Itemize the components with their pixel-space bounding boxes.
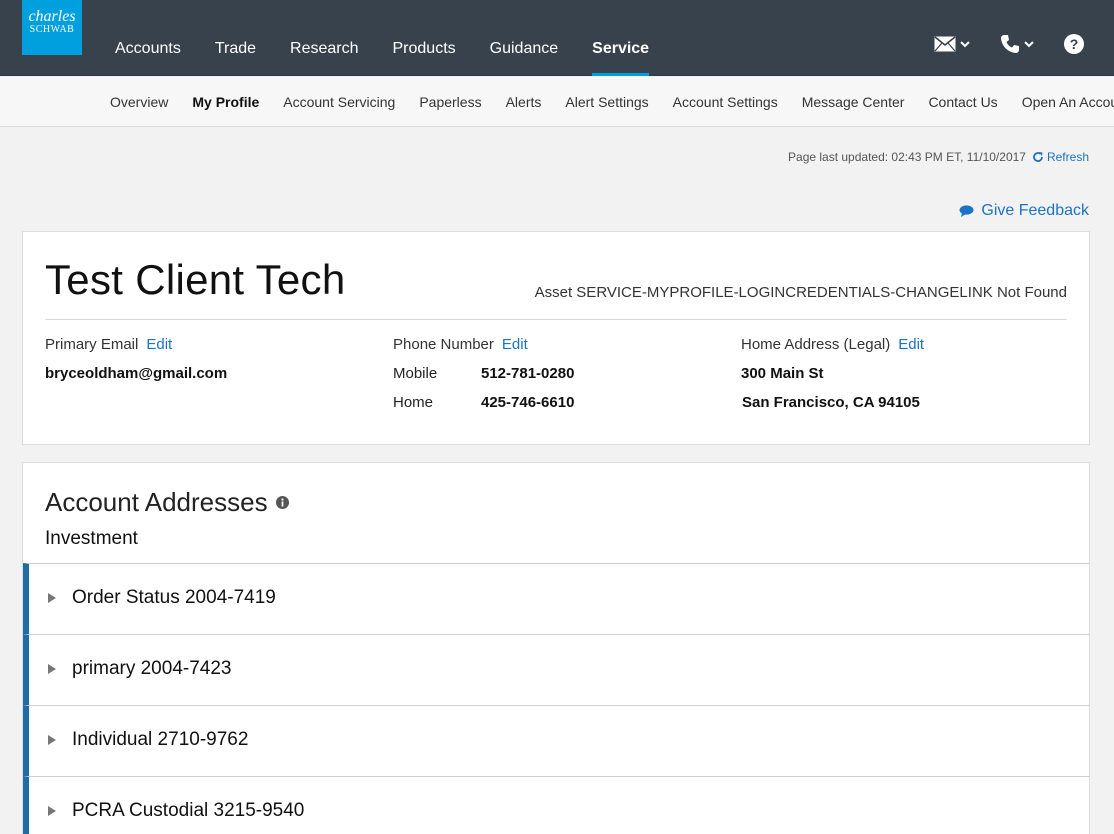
phone-column: Phone Number Edit Mobile 512-781-0280 Home… [393, 336, 574, 411]
page-last-updated: Page last updated: 02:43 PM ET, 11/10/20… [788, 150, 1089, 164]
main-nav: Accounts Trade Research Products Guidanc… [98, 0, 666, 76]
chevron-down-icon [1024, 40, 1034, 47]
email-value: bryceoldham@gmail.com [45, 365, 228, 382]
account-row-primary[interactable]: primary 2004-7423 [23, 634, 1089, 705]
caret-right-icon [48, 806, 56, 816]
nav-guidance[interactable]: Guidance [473, 0, 576, 76]
caret-right-icon [48, 593, 56, 603]
info-icon[interactable] [275, 496, 289, 509]
logo-line1: charles [28, 8, 76, 25]
account-list: Order Status 2004-7419 primary 2004-7423… [23, 563, 1089, 834]
phone-number-label: Phone Number [393, 336, 494, 353]
account-name: Individual 2710-9762 [72, 729, 249, 750]
profile-card: Test Client Tech Asset SERVICE-MYPROFILE… [22, 231, 1090, 445]
address-line2: San Francisco, CA 94105 [742, 394, 920, 411]
sub-navigation-bar: Overview My Profile Account Servicing Pa… [0, 77, 1114, 127]
nav-products[interactable]: Products [376, 0, 473, 76]
caret-right-icon [48, 735, 56, 745]
nav-service[interactable]: Service [575, 0, 666, 76]
account-name: Order Status 2004-7419 [72, 587, 276, 608]
sub-nav-items: Overview My Profile Account Servicing Pa… [98, 77, 1114, 126]
investment-subheading: Investment [45, 528, 138, 549]
edit-phone-link[interactable]: Edit [502, 336, 528, 353]
subnav-message-center[interactable]: Message Center [790, 77, 917, 126]
refresh-link[interactable]: Refresh [1032, 150, 1089, 164]
top-navigation-bar: charles SCHWAB Accounts Trade Research P… [0, 0, 1114, 76]
client-name: Test Client Tech [45, 256, 346, 303]
primary-email-label: Primary Email [45, 336, 139, 353]
edit-email-link[interactable]: Edit [146, 336, 172, 353]
account-row-individual[interactable]: Individual 2710-9762 [23, 705, 1089, 776]
utility-nav: ? [904, 34, 1084, 54]
mail-icon [934, 36, 956, 52]
give-feedback-label: Give Feedback [981, 202, 1089, 219]
account-addresses-title: Account Addresses [45, 487, 268, 517]
subnav-paperless[interactable]: Paperless [407, 77, 493, 126]
caret-right-icon [48, 664, 56, 674]
help-icon: ? [1064, 34, 1084, 54]
home-address-label: Home Address (Legal) [741, 336, 891, 353]
schwab-logo[interactable]: charles SCHWAB [22, 0, 82, 55]
address-column: Home Address (Legal) Edit 300 Main St San… [741, 336, 924, 411]
refresh-label: Refresh [1046, 150, 1089, 164]
phone-row-mobile: Mobile 512-781-0280 [393, 365, 574, 382]
subnav-alerts[interactable]: Alerts [494, 77, 554, 126]
chevron-down-icon [960, 40, 970, 47]
asset-not-found-notice: Asset SERVICE-MYPROFILE-LOGINCREDENTIALS… [534, 284, 1067, 301]
nav-accounts[interactable]: Accounts [98, 0, 198, 76]
account-name: primary 2004-7423 [72, 658, 232, 679]
phone-type-home: Home [393, 394, 434, 411]
phone-row-home: Home 425-746-6610 [393, 394, 574, 411]
phone-number-mobile: 512-781-0280 [481, 365, 575, 382]
phone-number-home: 425-746-6610 [481, 394, 575, 411]
subnav-alert-settings[interactable]: Alert Settings [553, 77, 660, 126]
subnav-account-servicing[interactable]: Account Servicing [271, 77, 407, 126]
nav-research[interactable]: Research [273, 0, 375, 76]
phone-icon [1001, 35, 1019, 53]
account-addresses-card: Account Addresses Investment Order Statu… [22, 462, 1090, 834]
give-feedback-link[interactable]: Give Feedback [959, 202, 1089, 220]
logo-line2: SCHWAB [29, 24, 75, 35]
account-name: PCRA Custodial 3215-9540 [72, 800, 305, 821]
subnav-account-settings[interactable]: Account Settings [661, 77, 790, 126]
help-menu[interactable]: ? [1064, 34, 1084, 54]
nav-trade[interactable]: Trade [198, 0, 273, 76]
divider [45, 319, 1067, 320]
mail-menu[interactable] [934, 36, 970, 52]
account-addresses-heading: Account Addresses [45, 487, 289, 518]
account-row-pcra-custodial[interactable]: PCRA Custodial 3215-9540 [23, 776, 1089, 834]
subnav-open-an-account[interactable]: Open An Account [1010, 77, 1114, 126]
email-column: Primary Email Edit bryceoldham@gmail.com [45, 336, 227, 382]
account-row-order-status[interactable]: Order Status 2004-7419 [23, 563, 1089, 634]
edit-address-link[interactable]: Edit [898, 336, 924, 353]
refresh-icon [1033, 152, 1043, 162]
subnav-my-profile[interactable]: My Profile [180, 77, 271, 126]
phone-menu[interactable] [1000, 34, 1034, 54]
subnav-contact-us[interactable]: Contact Us [916, 77, 1009, 126]
phone-type-mobile: Mobile [393, 365, 438, 382]
page-updated-text: Page last updated: 02:43 PM ET, 11/10/20… [788, 150, 1026, 164]
svg-text:?: ? [1070, 36, 1079, 52]
speech-bubble-icon [959, 205, 974, 217]
address-line1: 300 Main St [741, 365, 824, 382]
subnav-overview[interactable]: Overview [98, 77, 180, 126]
